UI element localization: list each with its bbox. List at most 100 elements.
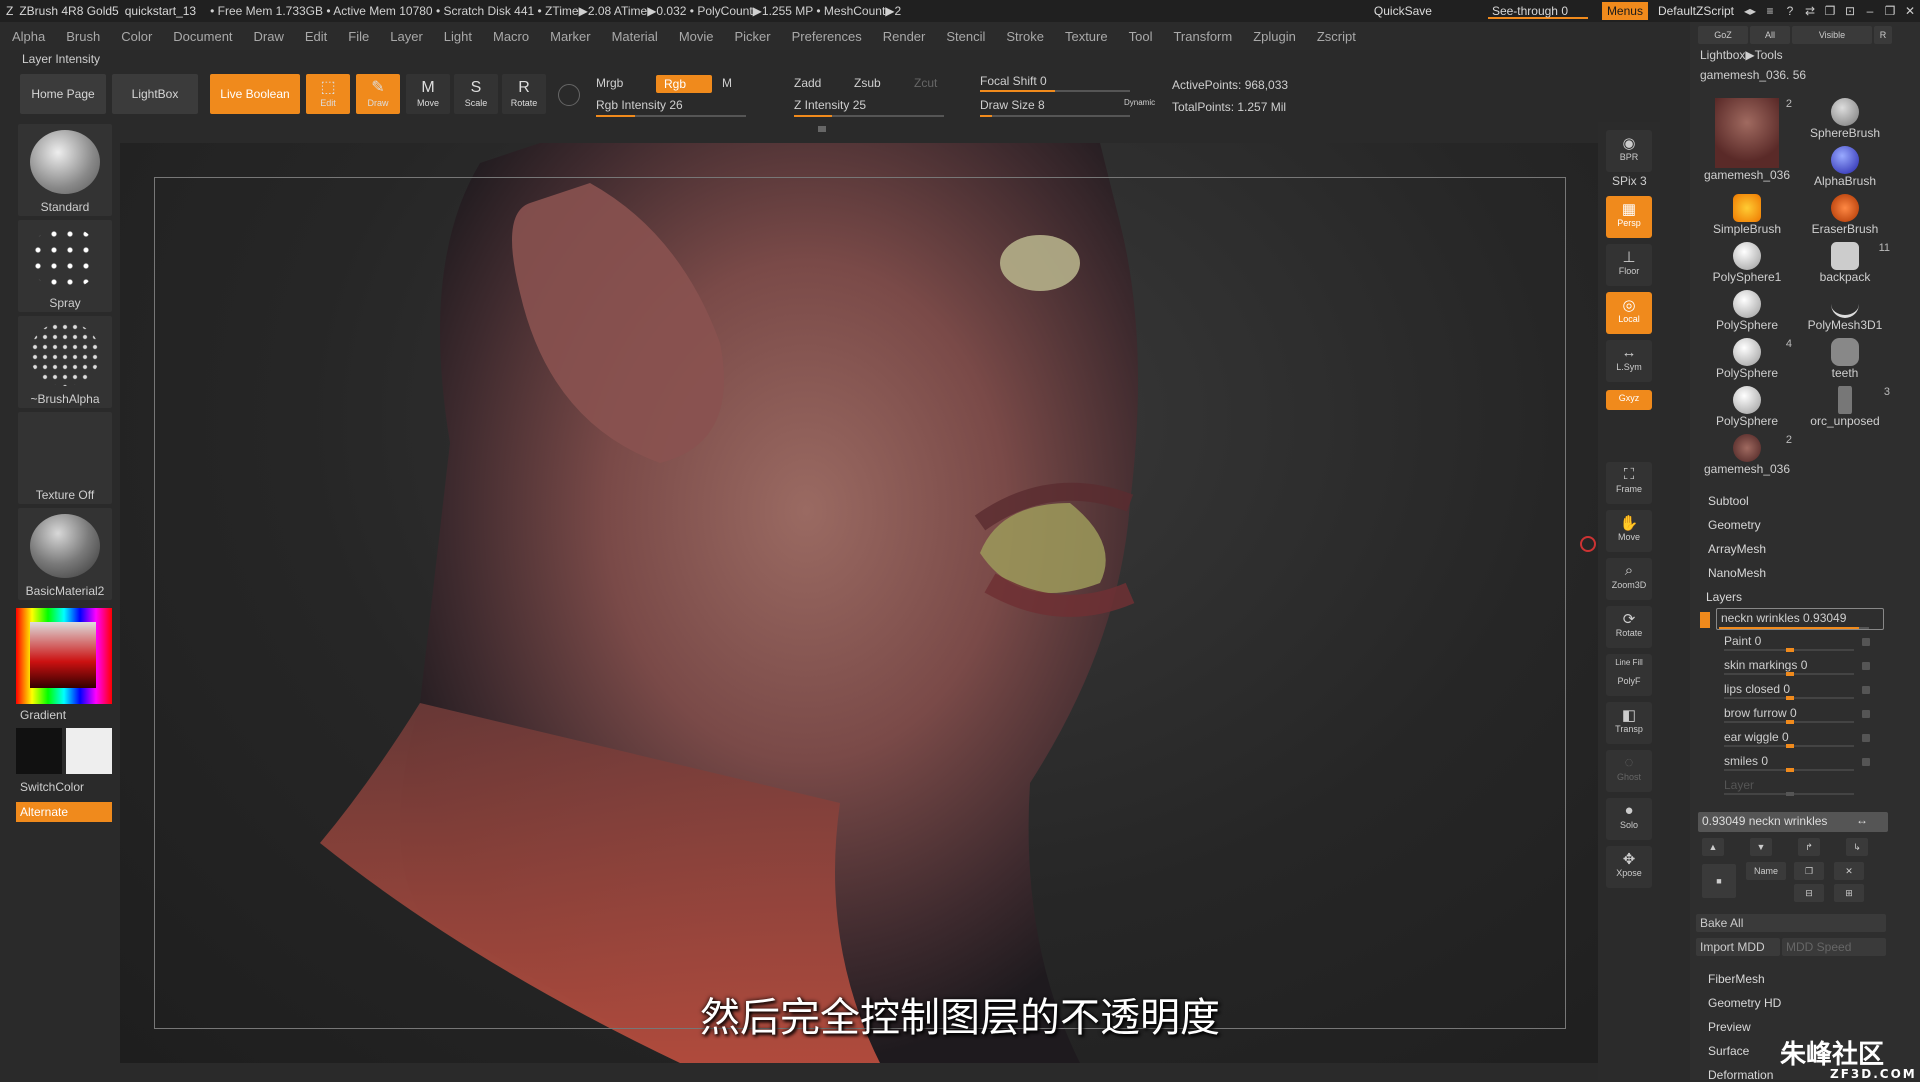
edit-button[interactable]: ⬚ Edit (306, 74, 350, 114)
xpose-button[interactable]: ✥ Xpose (1606, 846, 1652, 888)
brush-preview-icon[interactable] (558, 84, 580, 106)
help-icon[interactable]: ? (1780, 4, 1800, 18)
canvas-scroll-handle[interactable] (818, 126, 826, 132)
rotate-view-button[interactable]: ⟳ Rotate (1606, 606, 1652, 648)
default-zscript-button[interactable]: DefaultZScript (1652, 2, 1740, 20)
menu-light[interactable]: Light (444, 29, 472, 44)
layer-visibility-icon[interactable] (1862, 710, 1870, 718)
minimize-icon[interactable]: – (1860, 4, 1880, 18)
solo-button[interactable]: ● Solo (1606, 798, 1652, 840)
visible-button[interactable]: Visible (1792, 26, 1872, 44)
arraymesh-section[interactable]: ArrayMesh (1708, 542, 1766, 556)
layer-row[interactable]: Layer (1724, 778, 1884, 796)
layer-intensity-slider[interactable]: 0.93049 neckn wrinkles ↔ (1698, 812, 1888, 832)
menu-texture[interactable]: Texture (1065, 29, 1108, 44)
menu-color[interactable]: Color (121, 29, 152, 44)
zsub-button[interactable]: Zsub (854, 76, 881, 90)
polyf-button[interactable]: Line Fill PolyF (1606, 654, 1652, 696)
menu-picker[interactable]: Picker (735, 29, 771, 44)
m-button[interactable]: M (722, 76, 732, 90)
record-layer-indicator[interactable] (1700, 612, 1710, 628)
menu-macro[interactable]: Macro (493, 29, 529, 44)
lightbox-tools[interactable]: Lightbox▶Tools (1700, 48, 1910, 66)
quicksave-button[interactable]: QuickSave (1368, 2, 1438, 20)
mdd-speed-slider[interactable]: MDD Speed (1782, 938, 1886, 956)
subtool-thumb[interactable]: 11 backpack (1798, 242, 1892, 288)
duplicate-layer-icon[interactable]: ❐ (1794, 862, 1824, 880)
menu-material[interactable]: Material (612, 29, 658, 44)
swap-icon[interactable]: ⇄ (1800, 4, 1820, 18)
stripes-icon[interactable]: ≡ (1760, 4, 1780, 18)
menu-marker[interactable]: Marker (550, 29, 590, 44)
subtool-thumb[interactable]: teeth (1798, 338, 1892, 384)
layer-row[interactable]: smiles 0 (1724, 754, 1884, 772)
secondary-color-swatch[interactable] (16, 728, 62, 774)
surface-section[interactable]: Surface (1708, 1044, 1749, 1058)
rgb-button[interactable]: Rgb (656, 75, 712, 93)
copy-icon[interactable]: ❐ (1820, 4, 1840, 18)
scale-button[interactable]: S Scale (454, 74, 498, 114)
layer-row[interactable]: lips closed 0 (1724, 682, 1884, 700)
geometry-section[interactable]: Geometry (1708, 518, 1761, 532)
layout-icon[interactable]: ◂▸ (1740, 4, 1760, 18)
menu-file[interactable]: File (348, 29, 369, 44)
alternate-button[interactable]: Alternate (16, 802, 112, 822)
bake-all-button[interactable]: Bake All (1696, 914, 1886, 932)
home-page-button[interactable]: Home Page (20, 74, 106, 114)
close-icon[interactable]: ✕ (1900, 4, 1920, 18)
name-button[interactable]: Name (1746, 862, 1786, 880)
layer-row[interactable]: skin markings 0 (1724, 658, 1884, 676)
layer-visibility-icon[interactable] (1862, 734, 1870, 742)
spray-stroke-button[interactable]: Spray (18, 220, 112, 312)
z-intensity-slider[interactable] (794, 115, 944, 117)
menu-brush[interactable]: Brush (66, 29, 100, 44)
layer-row[interactable]: ear wiggle 0 (1724, 730, 1884, 748)
subtool-thumb[interactable]: PolyMesh3D1 (1798, 290, 1892, 336)
focal-shift-slider[interactable] (980, 90, 1130, 92)
standard-brush-button[interactable]: Standard (18, 124, 112, 216)
texture-button[interactable]: Texture Off (18, 412, 112, 504)
bpr-button[interactable]: ◉ BPR (1606, 130, 1652, 172)
layer-row[interactable]: brow furrow 0 (1724, 706, 1884, 724)
goz-button[interactable]: GoZ (1698, 26, 1748, 44)
subtool-thumb[interactable]: PolySphere (1700, 290, 1794, 336)
menu-tool[interactable]: Tool (1129, 29, 1153, 44)
switchcolor-button[interactable]: SwitchColor (20, 780, 84, 794)
subtool-thumb[interactable]: SimpleBrush (1700, 194, 1794, 240)
rotate-button[interactable]: R Rotate (502, 74, 546, 114)
menu-edit[interactable]: Edit (305, 29, 327, 44)
floor-button[interactable]: ⊥ Floor (1606, 244, 1652, 286)
move-view-button[interactable]: ✋ Move (1606, 510, 1652, 552)
menu-layer[interactable]: Layer (390, 29, 423, 44)
subtool-thumb[interactable]: PolySphere (1700, 386, 1794, 432)
layer-redo-icon[interactable]: ↱ (1798, 838, 1820, 856)
draw-size-slider[interactable] (980, 115, 1130, 117)
menu-movie[interactable]: Movie (679, 29, 714, 44)
menu-alpha[interactable]: Alpha (12, 29, 45, 44)
local-button[interactable]: ◎ Local (1606, 292, 1652, 334)
move-layer-up-icon[interactable]: ▲ (1702, 838, 1724, 856)
subtool-thumb[interactable]: EraserBrush (1798, 194, 1892, 240)
transp-button[interactable]: ◧ Transp (1606, 702, 1652, 744)
spix-label[interactable]: SPix 3 (1612, 174, 1647, 188)
layer-visibility-icon[interactable] (1862, 686, 1870, 694)
menu-draw[interactable]: Draw (254, 29, 284, 44)
merge-layer-icon[interactable]: ⊟ (1794, 884, 1824, 902)
layer-visibility-icon[interactable] (1862, 758, 1870, 766)
persp-button[interactable]: ▦ Persp (1606, 196, 1652, 238)
draw-button[interactable]: ✎ Draw (356, 74, 400, 114)
lock-icon[interactable]: ⊡ (1840, 4, 1860, 18)
layer-row-selected[interactable]: neckn wrinkles 0.93049 (1716, 608, 1884, 630)
subtool-thumb[interactable]: 4 PolySphere (1700, 338, 1794, 384)
layer-row[interactable]: Paint 0 (1724, 634, 1884, 652)
dynamic-toggle[interactable]: Dynamic (1124, 98, 1155, 107)
menu-stencil[interactable]: Stencil (946, 29, 985, 44)
mrgb-button[interactable]: Mrgb (596, 76, 623, 90)
fibermesh-section[interactable]: FiberMesh (1708, 972, 1765, 986)
current-tool-slider[interactable]: gamemesh_036. 56 (1700, 68, 1910, 86)
subtool-thumb[interactable]: SphereBrush (1798, 98, 1892, 144)
lsym-button[interactable]: ↔ L.Sym (1606, 340, 1652, 382)
nanomesh-section[interactable]: NanoMesh (1708, 566, 1766, 580)
subtool-thumb[interactable]: 2 gamemesh_036 (1700, 98, 1794, 198)
frame-button[interactable]: ⛶ Frame (1606, 462, 1652, 504)
